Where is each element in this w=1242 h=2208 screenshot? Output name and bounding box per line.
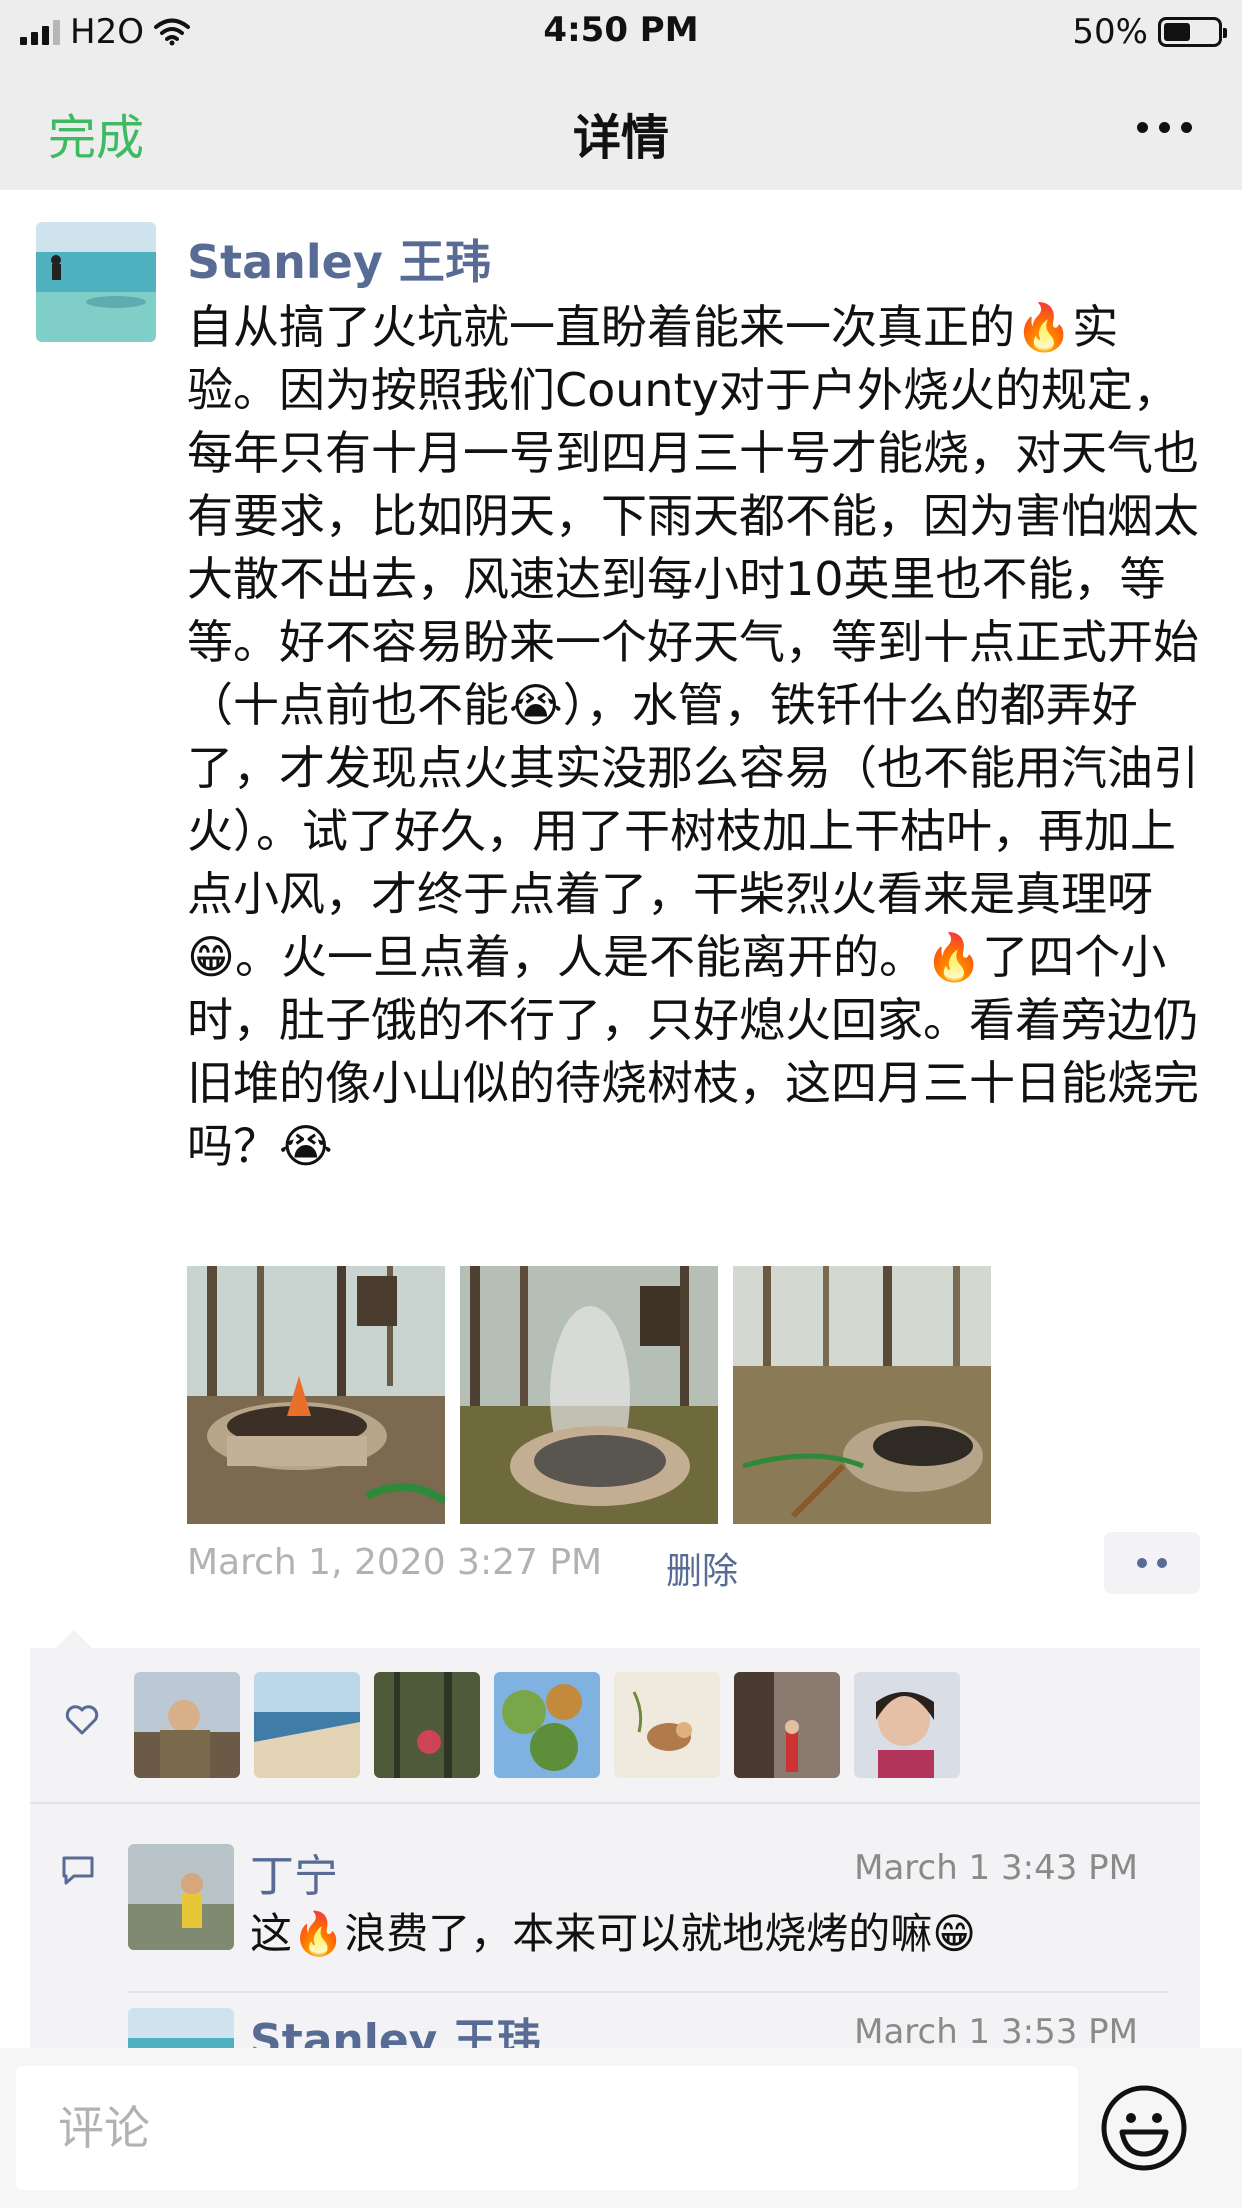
nav-bar: 完成 详情 <box>0 62 1242 190</box>
liker-avatar-6[interactable] <box>734 1672 840 1778</box>
liker-avatar-1[interactable] <box>134 1672 240 1778</box>
battery-icon <box>1158 17 1227 47</box>
likes-divider <box>30 1802 1200 1804</box>
commenter-name[interactable]: 丁宁 <box>250 1840 338 1904</box>
commenter-avatar[interactable] <box>128 1844 234 1950</box>
post-photo-1[interactable] <box>187 1266 445 1524</box>
status-bar: H2O 4:50 PM 50% <box>0 0 1242 62</box>
comment-text: 这🔥浪费了，本来可以就地烧烤的嘛😁 <box>250 1909 977 1958</box>
status-time: 4:50 PM <box>543 10 699 50</box>
comment-divider <box>128 1991 1168 1993</box>
page-title: 详情 <box>572 110 669 166</box>
liker-avatar-4[interactable] <box>494 1672 600 1778</box>
liker-avatar-7[interactable] <box>854 1672 960 1778</box>
post-photo-2[interactable] <box>460 1266 718 1524</box>
comment-input[interactable]: 评论 <box>16 2066 1078 2190</box>
more-dots-icon[interactable] <box>1137 122 1192 133</box>
post-photo-3[interactable] <box>733 1266 991 1524</box>
panel-caret <box>56 1630 92 1648</box>
comment-bar: 评论 <box>0 2048 1242 2208</box>
liker-avatar-2[interactable] <box>254 1672 360 1778</box>
like-comment-menu-button[interactable] <box>1104 1532 1200 1594</box>
battery-percent: 50% <box>1072 12 1148 52</box>
interaction-panel: 丁宁 March 1 3:43 PM 这🔥浪费了，本来可以就地烧烤的嘛😁 Sta… <box>30 1648 1200 2114</box>
comment-timestamp: March 1 3:43 PM <box>854 1848 1138 1888</box>
delete-button[interactable]: 删除 <box>666 1542 738 1594</box>
liker-avatar-5[interactable] <box>614 1672 720 1778</box>
comment-icon <box>62 1856 94 1885</box>
post-timestamp: March 1, 2020 3:27 PM <box>187 1542 603 1583</box>
status-right: 50% <box>1072 12 1227 52</box>
author-avatar[interactable] <box>36 222 156 342</box>
emoji-smile-icon[interactable] <box>1100 2084 1188 2172</box>
comment-timestamp: March 1 3:53 PM <box>854 2012 1138 2052</box>
battery-fill <box>1164 23 1190 41</box>
heart-icon <box>65 1705 99 1735</box>
post-text: 自从搞了火坑就一直盼着能来一次真正的🔥实验。因为按照我们County对于户外烧火… <box>187 300 1199 1173</box>
liker-avatar-3[interactable] <box>374 1672 480 1778</box>
post-author-name[interactable]: Stanley 王玮 <box>187 226 491 292</box>
